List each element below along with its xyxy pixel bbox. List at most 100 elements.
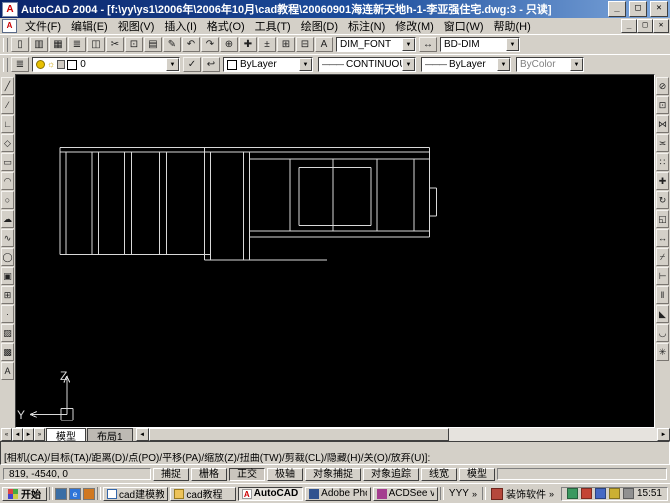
tab-first-button[interactable]: «	[1, 428, 12, 441]
toggle-model[interactable]: 模型	[459, 467, 495, 481]
trim-button[interactable]: ⌿	[656, 248, 669, 266]
line-button[interactable]: ╱	[1, 77, 14, 95]
rectangle-button[interactable]: ▭	[1, 153, 14, 171]
drawing-canvas[interactable]: Z Y	[15, 74, 655, 428]
coordinates-readout[interactable]: 819, -4540, 0	[3, 468, 151, 480]
dim-style-icon[interactable]: ↔	[419, 37, 437, 52]
scrollbar-thumb[interactable]	[148, 428, 449, 441]
chevron-down-icon[interactable]: ▼	[497, 58, 510, 71]
plot-preview-button[interactable]: ◫	[87, 37, 105, 52]
toggle-grid[interactable]: 栅格	[191, 467, 227, 481]
command-window[interactable]: [相机(CA)/目标(TA)/距离(D)/点(PO)/平移(PA)/缩放(Z)/…	[0, 441, 670, 465]
region-button[interactable]: ▩	[1, 343, 14, 361]
menu-view[interactable]: 视图(V)	[113, 17, 160, 35]
erase-button[interactable]: ⊘	[656, 77, 669, 95]
menu-window[interactable]: 窗口(W)	[439, 17, 489, 35]
toggle-otrack[interactable]: 对象追踪	[363, 467, 419, 481]
chevron-icon[interactable]: »	[472, 489, 477, 499]
internet-explorer-icon[interactable]: e	[69, 487, 81, 500]
break-button[interactable]: ‖	[656, 286, 669, 304]
zoom-previous-button[interactable]: ⊟	[296, 37, 314, 52]
chevron-down-icon[interactable]: ▼	[166, 58, 179, 71]
tray-icon-5[interactable]	[622, 488, 634, 499]
window-close-button[interactable]: ✕	[650, 1, 668, 17]
chevron-down-icon[interactable]: ▼	[402, 58, 415, 71]
extend-button[interactable]: ⊢	[656, 267, 669, 285]
menu-help[interactable]: 帮助(H)	[489, 17, 536, 35]
arc-button[interactable]: ◠	[1, 172, 14, 190]
print-button[interactable]: ≣	[68, 37, 86, 52]
mirror-button[interactable]: ⋈	[656, 115, 669, 133]
child-minimize-button[interactable]: _	[621, 19, 637, 33]
insert-hyperlink-button[interactable]: ⊕	[220, 37, 238, 52]
tray-icon-3[interactable]	[594, 488, 606, 499]
task-cad-modeling-tutorial[interactable]: cad建模教程	[103, 486, 169, 501]
start-button[interactable]: 开始	[2, 486, 47, 501]
clock[interactable]: 15:51	[637, 488, 662, 499]
fillet-button[interactable]: ◡	[656, 324, 669, 342]
make-block-button[interactable]: ⊞	[1, 286, 14, 304]
move-button[interactable]: ✚	[656, 172, 669, 190]
pan-realtime-button[interactable]: ✚	[239, 37, 257, 52]
toolbar-drag-handle[interactable]	[3, 57, 8, 72]
insert-block-button[interactable]: ▣	[1, 267, 14, 285]
menu-draw[interactable]: 绘图(D)	[296, 17, 343, 35]
window-restore-button[interactable]: □	[629, 1, 647, 17]
scrollbar-track[interactable]	[449, 428, 657, 441]
scroll-left-button[interactable]: ◄	[135, 428, 149, 441]
task-autocad[interactable]: AAutoCAD 200...	[237, 486, 304, 501]
scale-button[interactable]: ◱	[656, 210, 669, 228]
revision-cloud-button[interactable]: ☁	[1, 210, 14, 228]
text-style-icon[interactable]: A	[315, 37, 333, 52]
tray-icon-4[interactable]	[608, 488, 620, 499]
layer-on-icon[interactable]	[36, 60, 45, 69]
toggle-polar[interactable]: 极轴	[267, 467, 303, 481]
tray-icon-2[interactable]	[580, 488, 592, 499]
tab-layout1[interactable]: 布局1	[87, 428, 133, 443]
ellipse-button[interactable]: ◯	[1, 248, 14, 266]
redo-button[interactable]: ↷	[201, 37, 219, 52]
menu-format[interactable]: 格式(O)	[202, 17, 250, 35]
stretch-button[interactable]: ↔	[656, 229, 669, 247]
spline-button[interactable]: ∿	[1, 229, 14, 247]
polyline-button[interactable]: ∟	[1, 115, 14, 133]
layer-lock-icon[interactable]	[57, 60, 66, 69]
show-desktop-icon[interactable]	[55, 487, 67, 500]
hatch-button[interactable]: ▨	[1, 324, 14, 342]
scroll-right-button[interactable]: ►	[657, 428, 670, 441]
multiline-text-button[interactable]: A	[1, 362, 14, 380]
chevron-down-icon[interactable]: ▼	[299, 58, 312, 71]
chevron-down-icon[interactable]: ▼	[402, 38, 415, 51]
layer-previous-icon[interactable]: ↩	[202, 57, 220, 72]
tab-next-button[interactable]: ►	[23, 428, 34, 441]
chevron-down-icon[interactable]: ▼	[506, 38, 519, 51]
window-minimize-button[interactable]: _	[608, 1, 626, 17]
undo-button[interactable]: ↶	[182, 37, 200, 52]
tab-last-button[interactable]: »	[34, 428, 45, 441]
tab-previous-button[interactable]: ◄	[12, 428, 23, 441]
child-restore-button[interactable]: □	[637, 19, 653, 33]
color-combo[interactable]: ByLayer ▼	[223, 57, 313, 72]
match-properties-button[interactable]: ✎	[163, 37, 181, 52]
zoom-realtime-button[interactable]: ±	[258, 37, 276, 52]
array-button[interactable]: ∷	[656, 153, 669, 171]
menu-file[interactable]: 文件(F)	[20, 17, 66, 35]
task-photoshop[interactable]: Adobe Photo...	[305, 486, 371, 501]
copy-clip-button[interactable]: ⊡	[125, 37, 143, 52]
linetype-combo[interactable]: ——— CONTINUOUS ▼	[318, 57, 416, 72]
open-file-button[interactable]: ▥	[30, 37, 48, 52]
plot-style-combo[interactable]: ByColor ▼	[516, 57, 584, 72]
zoom-window-button[interactable]: ⊞	[277, 37, 295, 52]
media-player-icon[interactable]	[83, 487, 95, 500]
toggle-ortho[interactable]: 正交	[229, 467, 265, 481]
offset-button[interactable]: ≍	[656, 134, 669, 152]
command-prompt[interactable]: [相机(CA)/目标(TA)/距离(D)/点(PO)/平移(PA)/缩放(Z)/…	[4, 453, 666, 463]
chevron-icon[interactable]: »	[549, 489, 554, 499]
layer-combo[interactable]: ☼ 0 ▼	[32, 57, 180, 72]
explode-button[interactable]: ✳	[656, 343, 669, 361]
menu-tools[interactable]: 工具(T)	[250, 17, 296, 35]
menu-modify[interactable]: 修改(M)	[390, 17, 439, 35]
task-cad-tutorial[interactable]: cad教程	[170, 486, 236, 501]
text-style-combo[interactable]: DIM_FONT ▼	[336, 37, 416, 52]
save-file-button[interactable]: ▦	[49, 37, 67, 52]
